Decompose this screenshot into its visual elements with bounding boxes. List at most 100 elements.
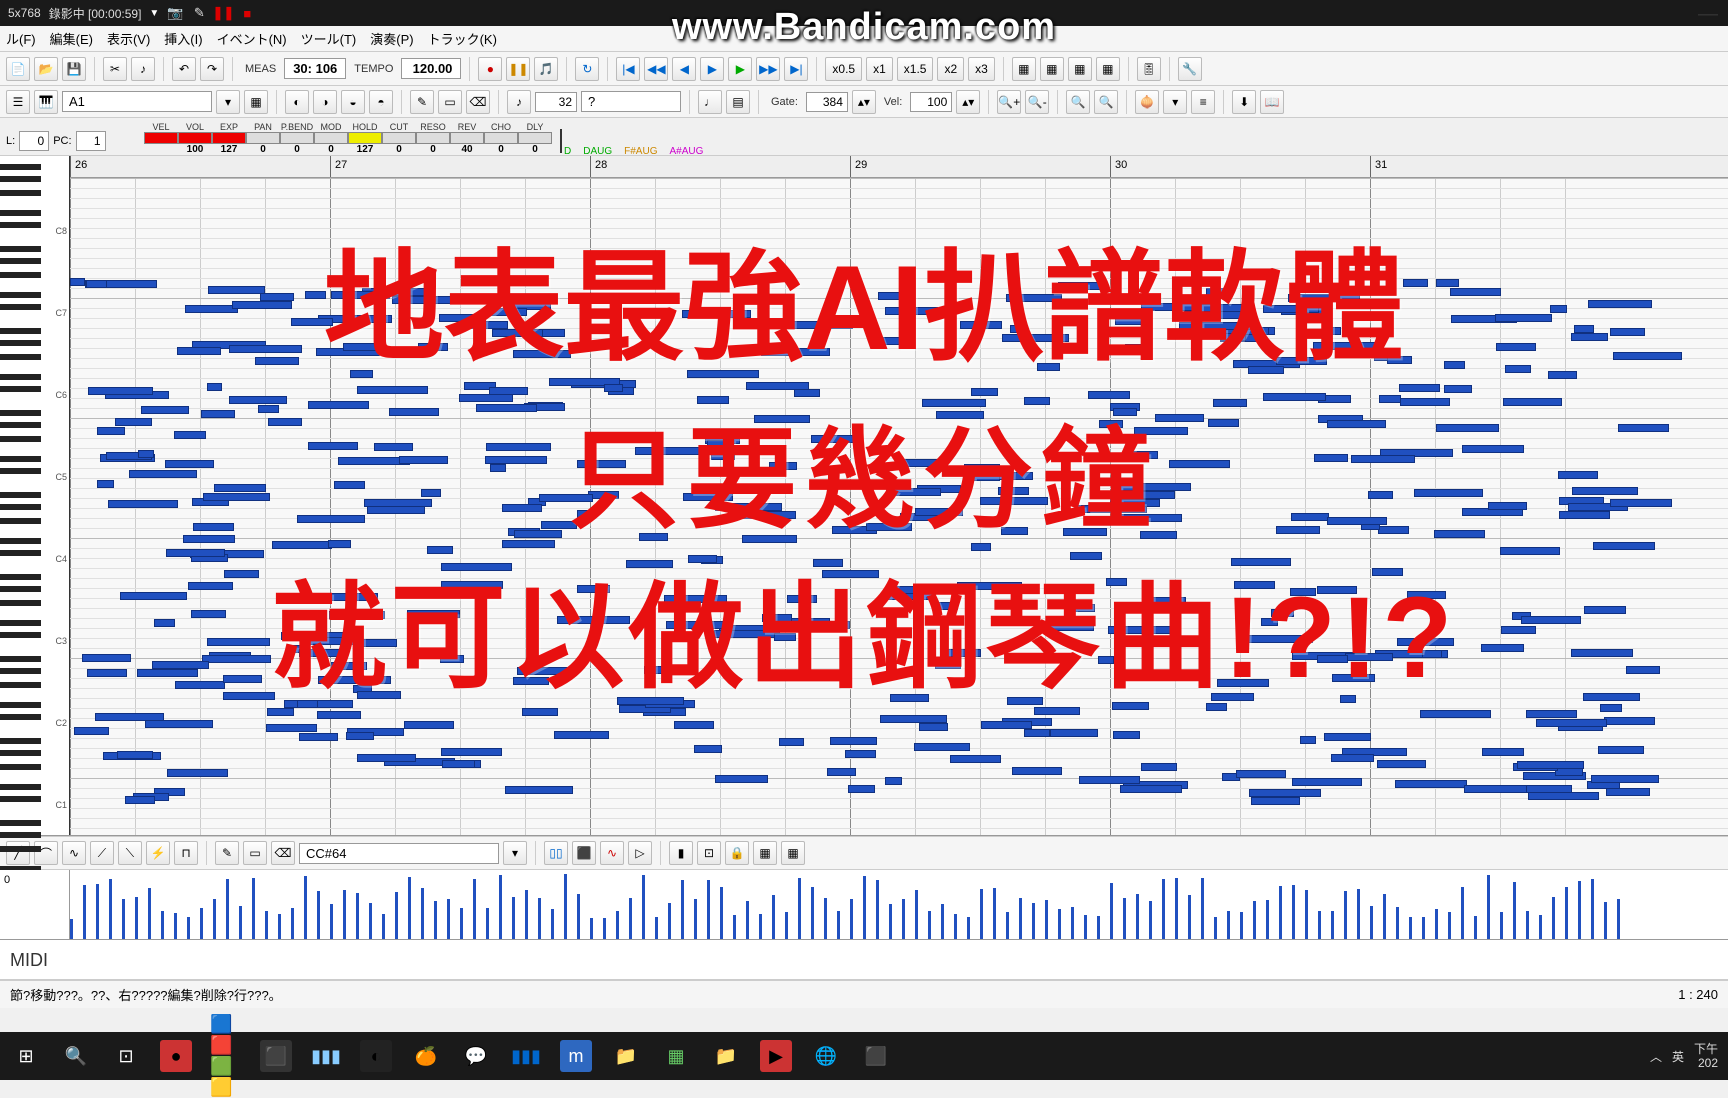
undo-button[interactable]: ↶ (172, 57, 196, 81)
midi-note[interactable] (1583, 693, 1640, 701)
track-config-button[interactable]: ▦ (244, 90, 268, 114)
midi-note[interactable] (421, 489, 441, 497)
search-icon[interactable]: 🔍 (60, 1040, 92, 1072)
note-button[interactable]: ♪ (131, 57, 155, 81)
midi-note[interactable] (223, 692, 275, 700)
midi-note[interactable] (120, 592, 186, 600)
app-icon[interactable]: ⬛ (260, 1040, 292, 1072)
midi-note[interactable] (1444, 385, 1471, 393)
midi-note[interactable] (82, 654, 132, 662)
settings-button[interactable]: 🔧 (1178, 57, 1202, 81)
midi-note[interactable] (1120, 785, 1182, 793)
midi-note[interactable] (167, 769, 228, 777)
midi-note[interactable] (266, 724, 317, 732)
midi-note[interactable] (1482, 748, 1524, 756)
midi-note[interactable] (1606, 788, 1650, 796)
zoomout-button[interactable]: 🔍- (1025, 90, 1049, 114)
zoom-x15[interactable]: x1.5 (897, 57, 934, 81)
note-icon[interactable]: ♪ (507, 90, 531, 114)
midi-note[interactable] (357, 754, 416, 762)
cc-lock-icon[interactable]: 🔒 (725, 841, 749, 865)
minimize-icon[interactable]: — (1698, 3, 1718, 26)
midi-note[interactable] (1327, 420, 1386, 428)
midi-note[interactable] (1526, 785, 1572, 793)
metronome-button[interactable]: 🎵 (534, 57, 558, 81)
zoomin-v-button[interactable]: 🔍 (1066, 90, 1090, 114)
midi-note[interactable] (1292, 778, 1362, 786)
pencil-tool-button[interactable]: ✎ (410, 90, 434, 114)
midi-note[interactable] (201, 410, 235, 418)
param-reso[interactable]: RESO0 (416, 122, 450, 155)
midi-note[interactable] (305, 291, 326, 299)
midi-note[interactable] (490, 464, 506, 472)
save-button[interactable]: 💾 (62, 57, 86, 81)
midi-note[interactable] (1610, 328, 1645, 336)
midi-note[interactable] (260, 293, 294, 301)
midi-note[interactable] (1481, 644, 1524, 652)
menu-event[interactable]: イベント(N) (217, 29, 287, 48)
cc-view4-icon[interactable]: ▷ (628, 841, 652, 865)
stop-record-icon[interactable]: ■ (239, 5, 255, 21)
import-button[interactable]: ⬇ (1232, 90, 1256, 114)
midi-note[interactable] (885, 777, 902, 785)
draw-curve3-icon[interactable]: ⟋ (90, 841, 114, 865)
midi-note[interactable] (1400, 398, 1451, 406)
cc-opt4-icon[interactable]: ▦ (753, 841, 777, 865)
param-hold[interactable]: HOLD127 (348, 122, 382, 155)
param-rev[interactable]: REV40 (450, 122, 484, 155)
midi-note[interactable] (117, 751, 152, 759)
midi-note[interactable] (203, 493, 270, 501)
pause-icon[interactable]: ❚❚ (215, 5, 231, 21)
midi-note[interactable] (1236, 770, 1286, 778)
midi-note[interactable] (1291, 513, 1330, 521)
midi-note[interactable] (1420, 710, 1492, 718)
midi-note[interactable] (297, 515, 365, 523)
midi-note[interactable] (1517, 761, 1584, 769)
midi-note[interactable] (848, 785, 875, 793)
midi-note[interactable] (1501, 626, 1537, 634)
midi-note[interactable] (208, 286, 265, 294)
midi-note[interactable] (1526, 710, 1577, 718)
midi-note[interactable] (255, 357, 299, 365)
bar-ruler[interactable]: 262728293031 (70, 156, 1728, 178)
draw-step-icon[interactable]: ⊓ (174, 841, 198, 865)
app-icon[interactable]: 🟦🟥🟩🟨 (210, 1040, 242, 1072)
zoom-x2[interactable]: x2 (937, 57, 964, 81)
midi-note[interactable] (1436, 424, 1499, 432)
musescore-icon[interactable]: m (560, 1040, 592, 1072)
open-button[interactable]: 📂 (34, 57, 58, 81)
cc-opt5-icon[interactable]: ▦ (781, 841, 805, 865)
midi-note[interactable] (880, 715, 947, 723)
midi-note[interactable] (125, 796, 155, 804)
vel-spin-icon[interactable]: ▴▾ (956, 90, 980, 114)
midi-note[interactable] (1464, 785, 1527, 793)
midi-note[interactable] (175, 681, 225, 689)
midi-note[interactable] (1113, 731, 1140, 739)
midi-note[interactable] (914, 743, 970, 751)
midi-note[interactable] (1379, 395, 1402, 403)
midi-note[interactable] (334, 481, 364, 489)
tray-lang[interactable]: 英 (1672, 1048, 1684, 1065)
meas-value[interactable]: 30: 106 (284, 58, 346, 79)
menu-tool[interactable]: ツール(T) (301, 29, 357, 48)
midi-note[interactable] (154, 619, 175, 627)
cc-lane[interactable]: 0 (0, 870, 1728, 940)
midi-note[interactable] (1488, 502, 1527, 510)
menu-insert[interactable]: 挿入(I) (164, 29, 202, 48)
param-p.bend[interactable]: P.BEND0 (280, 122, 314, 155)
midi-note[interactable] (1327, 517, 1387, 525)
midi-note[interactable] (1169, 460, 1230, 468)
camera-icon[interactable]: 📷 (167, 5, 183, 21)
midi-note[interactable] (174, 431, 206, 439)
mixer-button[interactable]: 🎚 (1137, 57, 1161, 81)
midi-note[interactable] (1314, 454, 1348, 462)
midi-note[interactable] (299, 733, 338, 741)
param-vol[interactable]: VOL100 (178, 122, 212, 155)
midi-note[interactable] (1500, 547, 1559, 555)
dropdown-icon[interactable]: ▼ (149, 8, 159, 19)
track-select[interactable]: A1 (62, 91, 212, 112)
midi-note[interactable] (1414, 489, 1483, 497)
midi-note[interactable] (1331, 754, 1374, 762)
param-dly[interactable]: DLY0 (518, 122, 552, 155)
midi-note[interactable] (374, 443, 413, 451)
